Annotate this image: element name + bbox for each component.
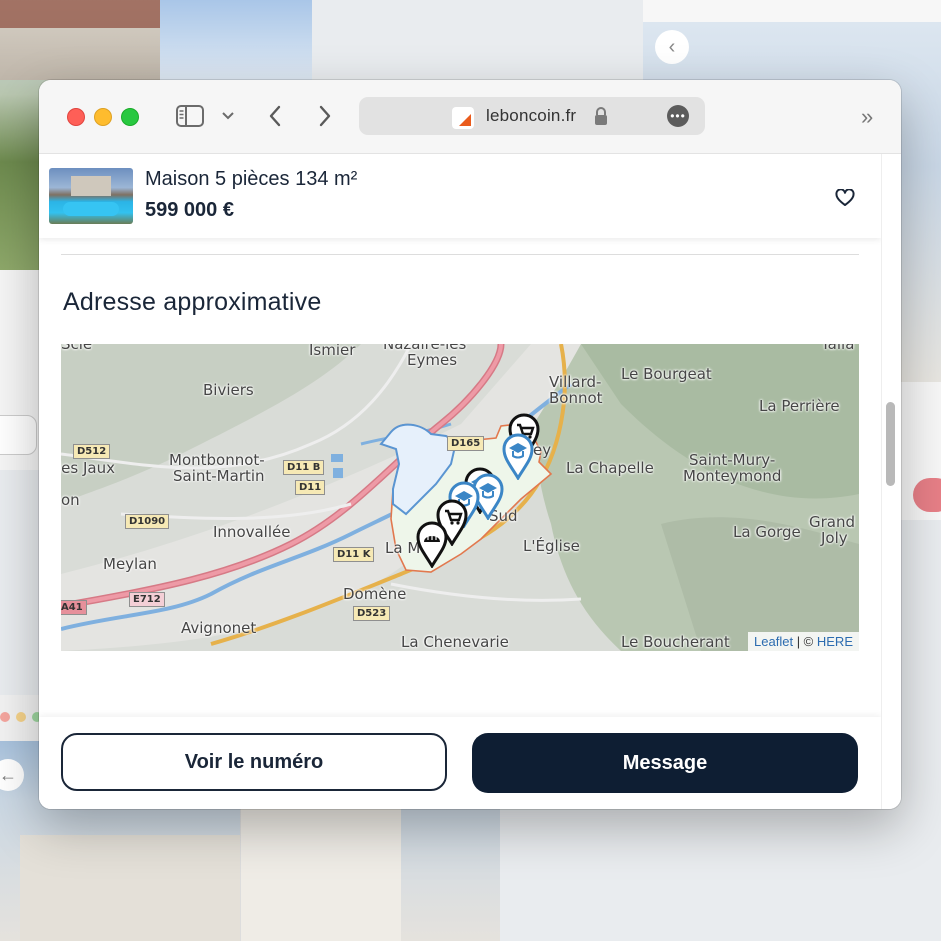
road-tag: D11 B: [283, 460, 325, 475]
forward-arrow-icon[interactable]: [313, 102, 337, 130]
map-label: La Chapelle: [566, 459, 654, 477]
scrollbar-thumb[interactable]: [886, 402, 895, 486]
road-tag: D1090: [125, 514, 170, 529]
leboncoin-favicon-icon: [452, 107, 474, 129]
road-tag: D512: [73, 444, 111, 459]
background-window-panel: [0, 270, 40, 470]
close-window-button[interactable]: [67, 108, 85, 126]
map-label: La Perrière: [759, 397, 840, 415]
road-tag: D11 K: [333, 547, 375, 562]
road-tag: D523: [353, 606, 391, 621]
address-bar[interactable]: leboncoin.fr •••: [359, 97, 705, 135]
browser-window: leboncoin.fr ••• » Maison 5 pièces 134 m…: [39, 80, 901, 809]
map-label: Talla: [821, 344, 855, 353]
listing-title: Maison 5 pièces 134 m²: [145, 168, 358, 190]
here-link[interactable]: HERE: [817, 634, 853, 649]
section-title: Adresse approximative: [63, 288, 322, 316]
map-attribution: Leaflet | © HERE: [748, 632, 859, 651]
map-label: Joly: [821, 529, 848, 547]
lock-icon: [593, 106, 609, 126]
more-icon[interactable]: •••: [667, 105, 689, 127]
map-label: L'Église: [523, 537, 580, 555]
map[interactable]: Scie Ismier Nazaire-les Eymes Talla Vill…: [61, 344, 859, 651]
map-label: Eymes: [407, 351, 458, 369]
back-arrow-icon: ‹: [655, 30, 689, 64]
map-label: Ismier: [309, 344, 356, 359]
bakery-pin-icon[interactable]: [415, 520, 449, 568]
map-label: Scie: [61, 344, 93, 353]
listing-header: Maison 5 pièces 134 m² 599 000 €: [39, 154, 881, 238]
listing-thumbnail[interactable]: [49, 168, 133, 224]
map-label: Avignonet: [181, 619, 257, 637]
back-arrow-icon[interactable]: [263, 102, 287, 130]
map-label: Le Bourgeat: [621, 365, 712, 383]
show-phone-button[interactable]: Voir le numéro: [61, 733, 447, 791]
message-button[interactable]: Message: [472, 733, 858, 793]
chevron-down-icon[interactable]: [220, 102, 236, 130]
address-bar-url: leboncoin.fr: [486, 106, 577, 125]
extensions-icon[interactable]: »: [861, 104, 873, 130]
road-tag: D11: [295, 480, 326, 495]
map-label: La Chenevarie: [401, 633, 509, 651]
sidebar-icon[interactable]: [175, 102, 205, 130]
minimize-window-button[interactable]: [94, 108, 112, 126]
map-label: Meylan: [103, 555, 157, 573]
divider: [61, 254, 859, 255]
map-label: La Gorge: [733, 523, 801, 541]
map-label: Innovallée: [213, 523, 291, 541]
page-content: Maison 5 pièces 134 m² 599 000 € Adresse…: [39, 154, 881, 809]
zoom-window-button[interactable]: [121, 108, 139, 126]
map-label: Saint-Martin: [173, 467, 265, 485]
browser-toolbar: leboncoin.fr ••• »: [39, 80, 901, 154]
map-label: Bonnot: [549, 389, 603, 407]
road-tag: D165: [447, 436, 485, 451]
map-label: Domène: [343, 585, 407, 603]
contact-bar: Voir le numéro Message: [39, 717, 881, 809]
map-label: Monteymond: [683, 467, 782, 485]
map-label: Le Boucherant: [621, 633, 730, 651]
road-tag: A41: [61, 600, 87, 615]
road-tag: E712: [129, 592, 165, 607]
heart-icon[interactable]: [835, 188, 855, 207]
map-label: Biviers: [203, 381, 254, 399]
listing-price: 599 000 €: [145, 199, 234, 221]
school-pin-icon[interactable]: [501, 432, 535, 480]
map-label: on: [61, 491, 80, 509]
map-label: les Jaux: [61, 459, 115, 477]
leaflet-link[interactable]: Leaflet: [754, 634, 793, 649]
